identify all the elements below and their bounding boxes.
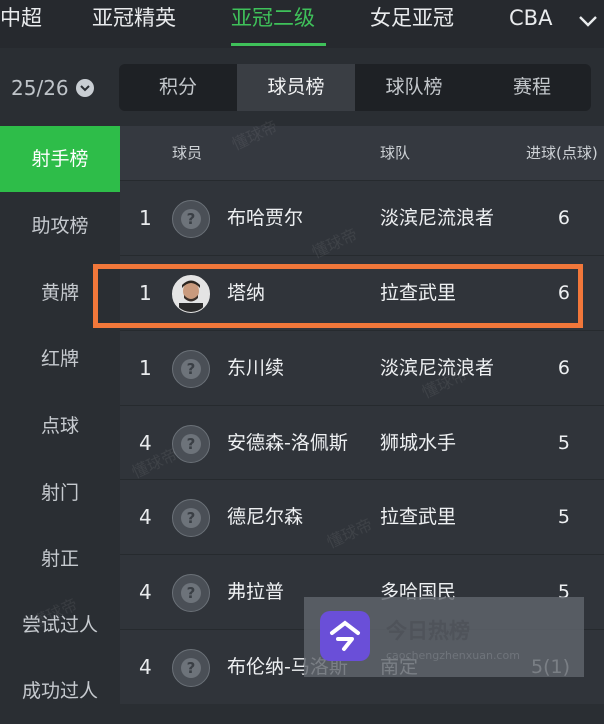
segment-player-ranking[interactable]: 球员榜 xyxy=(237,64,355,111)
player-name: 布哈贾尔 xyxy=(227,207,304,229)
brand-title: 今日热榜 xyxy=(386,619,470,643)
tab-chinese-super-league[interactable]: 中超 xyxy=(0,0,42,46)
player-avatar-placeholder-icon: ? xyxy=(172,200,210,238)
tab-afc-women-champions[interactable]: 女足亚冠 xyxy=(370,0,454,46)
player-avatar-placeholder-icon: ? xyxy=(172,574,210,612)
chevron-down-circle-icon[interactable] xyxy=(76,79,94,97)
chevron-down-icon[interactable] xyxy=(577,10,599,32)
category-shots[interactable]: 射门 xyxy=(0,460,120,526)
tab-afc-champions-two[interactable]: 亚冠二级 xyxy=(231,0,315,46)
team-name: 狮城水手 xyxy=(380,432,457,454)
table-header: 球员 球队 进球(点球) xyxy=(120,126,604,180)
player-avatar-placeholder-icon: ? xyxy=(172,499,210,537)
highlight-annotation xyxy=(93,264,583,328)
tab-cba[interactable]: CBA xyxy=(509,0,552,46)
category-red-cards[interactable]: 红牌 xyxy=(0,326,120,392)
player-avatar-placeholder-icon: ? xyxy=(172,350,210,388)
table-row[interactable]: 1 ? 布哈贾尔 淡滨尼流浪者 6 xyxy=(120,180,604,255)
brand-url: caochengzhenxuan.com xyxy=(386,649,520,662)
goals: 6 xyxy=(557,357,570,379)
category-successful-dribbles[interactable]: 成功过人 xyxy=(0,658,120,724)
rank: 4 xyxy=(139,505,152,529)
brand-watermark-overlay: 今日热榜 caochengzhenxuan.com xyxy=(304,597,584,677)
category-assists[interactable]: 助攻榜 xyxy=(0,193,120,259)
tab-afc-champions-elite[interactable]: 亚冠精英 xyxy=(92,0,176,46)
team-name: 拉查武里 xyxy=(380,506,457,528)
table-row[interactable]: 1 ? 东川续 淡滨尼流浪者 6 xyxy=(120,330,604,405)
category-shots-on-target[interactable]: 射正 xyxy=(0,526,120,592)
column-header-goals: 进球(点球) xyxy=(526,144,598,162)
column-header-team: 球队 xyxy=(380,144,411,162)
goals: 5 xyxy=(557,432,570,454)
stats-segmented-control: 积分 球员榜 球队榜 赛程 xyxy=(119,64,591,111)
player-name: 东川续 xyxy=(227,357,285,379)
segment-standings[interactable]: 积分 xyxy=(119,64,237,111)
rank: 1 xyxy=(139,206,152,230)
segment-team-ranking[interactable]: 球队榜 xyxy=(355,64,473,111)
active-tab-indicator xyxy=(231,43,326,46)
brand-logo-icon xyxy=(320,611,370,661)
table-row[interactable]: 4 ? 安德森-洛佩斯 狮城水手 5 xyxy=(120,405,604,480)
goals: 5 xyxy=(557,506,570,528)
category-penalties[interactable]: 点球 xyxy=(0,393,120,459)
segment-schedule[interactable]: 赛程 xyxy=(473,64,591,111)
team-name: 淡滨尼流浪者 xyxy=(380,207,495,229)
rank: 4 xyxy=(139,655,152,679)
category-top-scorers[interactable]: 射手榜 xyxy=(0,126,120,192)
player-name: 德尼尔森 xyxy=(227,506,304,528)
column-header-player: 球员 xyxy=(172,144,203,162)
rank: 1 xyxy=(139,356,152,380)
player-name: 安德森-洛佩斯 xyxy=(227,432,348,454)
goals: 6 xyxy=(557,207,570,229)
player-name: 弗拉普 xyxy=(227,581,285,603)
league-tabbar: 中超 亚冠精英 亚冠二级 女足亚冠 CBA xyxy=(0,0,604,48)
player-avatar-placeholder-icon: ? xyxy=(172,649,210,687)
rank: 4 xyxy=(139,580,152,604)
season-selector[interactable]: 25/26 xyxy=(11,74,69,102)
